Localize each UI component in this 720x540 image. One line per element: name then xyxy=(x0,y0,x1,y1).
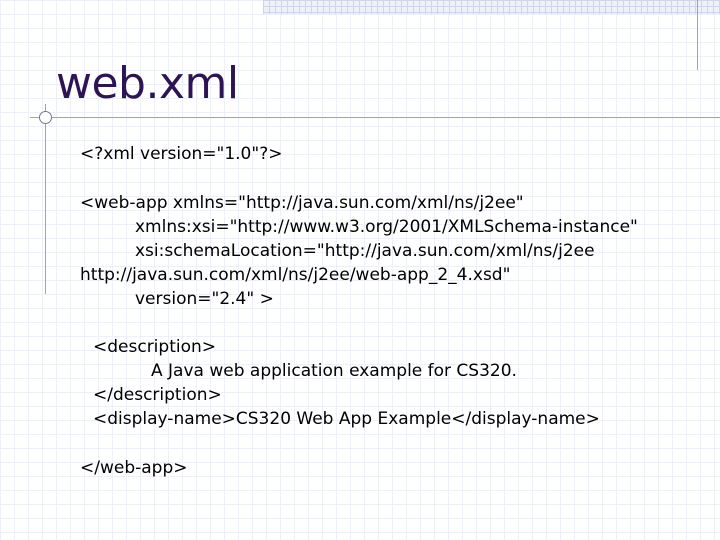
code-line-xmlns-xsi: xmlns:xsi="http://www.w3.org/2001/XMLSch… xyxy=(135,217,638,237)
code-line-description-text: A Java web application example for CS320… xyxy=(151,361,517,381)
code-line-xml-decl: <?xml version="1.0"?> xyxy=(80,144,283,164)
code-line-xsd-url: http://java.sun.com/xml/ns/j2ee/web-app_… xyxy=(80,265,511,285)
code-line-display-name: <display-name>CS320 Web App Example</dis… xyxy=(93,409,600,429)
code-line-web-app-close: </web-app> xyxy=(80,458,188,478)
code-line-web-app-open: <web-app xmlns="http://java.sun.com/xml/… xyxy=(80,193,524,213)
code-line-description-open: <description> xyxy=(93,337,217,357)
code-line-schema-location: xsi:schemaLocation="http://java.sun.com/… xyxy=(135,241,595,261)
code-listing: <?xml version="1.0"?> <web-app xmlns="ht… xyxy=(0,0,720,540)
code-line-description-close: </description> xyxy=(93,385,222,405)
code-line-version: version="2.4" > xyxy=(135,289,274,309)
